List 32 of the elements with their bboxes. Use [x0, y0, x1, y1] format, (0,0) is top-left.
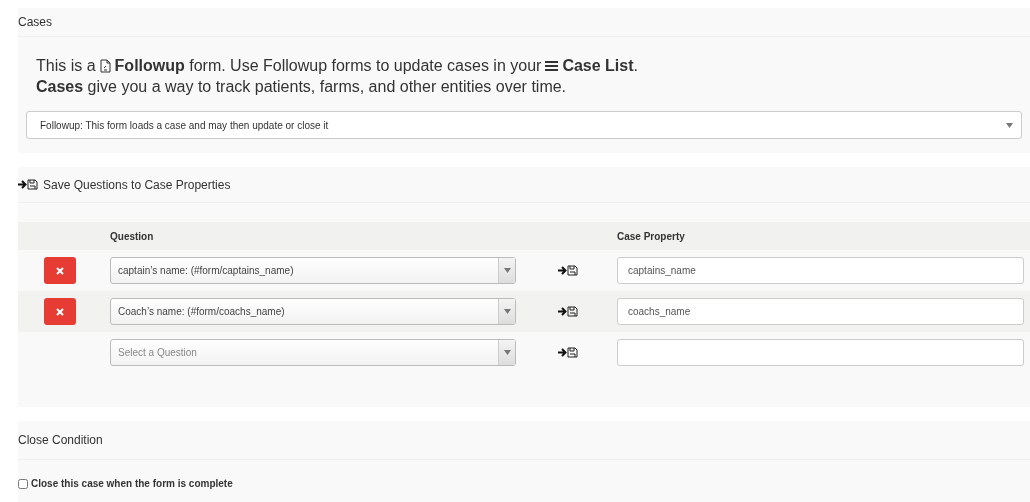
- arrow-save-icon: [558, 346, 578, 358]
- question-select[interactable]: Select a Question: [110, 339, 516, 366]
- case-property-field[interactable]: captains_name: [617, 257, 1024, 284]
- caret-icon: [503, 350, 511, 355]
- intro-text: Case List.: [562, 56, 638, 76]
- column-header: Case Property: [617, 230, 686, 242]
- arrow-save-icon: [18, 179, 38, 190]
- panel-title: Cases: [18, 15, 52, 29]
- column-header: Question: [110, 230, 155, 242]
- arrow-save-icon: [558, 264, 578, 276]
- caret-icon: [1006, 122, 1013, 128]
- close-icon: [56, 266, 64, 275]
- checkbox-label: Close this case when the form is complete: [31, 478, 233, 489]
- close-icon: [56, 307, 64, 316]
- case-property-field[interactable]: coachs_name: [617, 298, 1024, 325]
- intro-text: This is a: [36, 56, 96, 76]
- panel-title: Close Condition: [18, 433, 103, 447]
- panel-title: Save Questions to Case Properties: [43, 177, 231, 192]
- intro-text: Followup form. Use Followup forms to update cases in your: [114, 56, 542, 76]
- question-select[interactable]: captain’s name: (#form/captains_name): [110, 257, 516, 284]
- caret-icon: [503, 309, 511, 314]
- menu-icon: [545, 59, 559, 72]
- arrow-save-icon: [558, 305, 578, 317]
- intro-text: Cases give you a way to track patients, farms, and other entities over time.: [36, 77, 567, 97]
- caret-icon: [503, 268, 511, 273]
- remove-button[interactable]: [44, 257, 76, 284]
- question-select[interactable]: Coach’s name: (#form/coachs_name): [110, 298, 516, 325]
- document-icon: [99, 58, 111, 73]
- remove-button[interactable]: [44, 298, 76, 325]
- form-type-select[interactable]: Followup: This form loads a case and may then update or close it: [26, 111, 1022, 139]
- case-property-field[interactable]: [617, 339, 1024, 366]
- close-case-checkbox[interactable]: [18, 478, 28, 489]
